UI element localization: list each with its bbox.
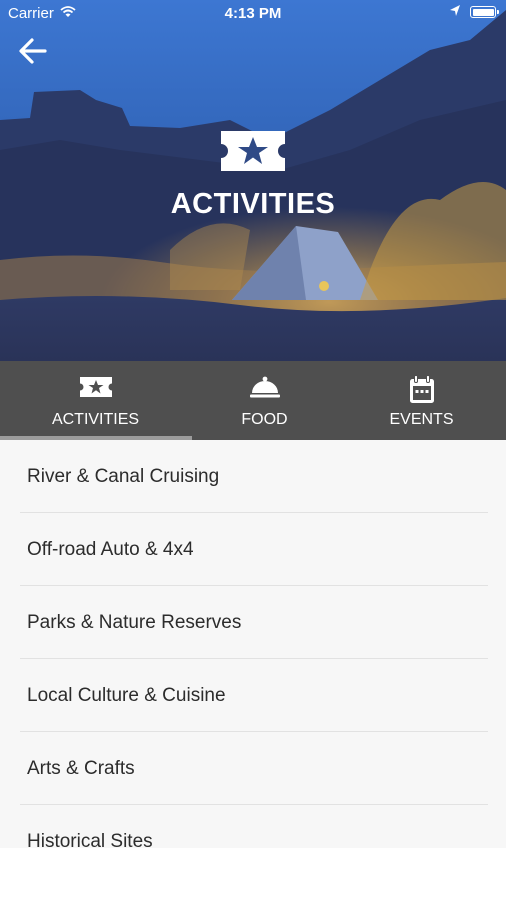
ticket-star-icon (221, 131, 285, 176)
hero-banner: Carrier 4:13 PM ACTIVITIES (0, 0, 506, 361)
camping-background-image (0, 0, 506, 361)
tab-activities[interactable]: ACTIVITIES (11, 361, 180, 440)
list-item-label: Parks & Nature Reserves (27, 612, 242, 633)
status-bar: Carrier 4:13 PM (0, 0, 506, 26)
list-item-label: Local Culture & Cuisine (27, 685, 226, 706)
category-tab-bar: ACTIVITIES FOOD EVENTS (0, 361, 506, 440)
battery-icon (470, 6, 499, 18)
status-time: 4:13 PM (224, 5, 282, 22)
tab-label: EVENTS (389, 411, 454, 428)
activity-list: River & Canal Cruising Off-road Auto & 4… (0, 440, 506, 848)
list-item[interactable]: River & Canal Cruising (0, 440, 506, 513)
tab-label: FOOD (241, 411, 288, 428)
calendar-icon (337, 375, 506, 410)
list-item[interactable]: Parks & Nature Reserves (0, 586, 506, 659)
list-item-label: River & Canal Cruising (27, 466, 220, 487)
list-item-label: Historical Sites (27, 831, 153, 848)
list-item[interactable]: Local Culture & Cuisine (0, 659, 506, 732)
page-title: ACTIVITIES (170, 188, 336, 220)
list-item-label: Off-road Auto & 4x4 (27, 539, 194, 560)
cloche-icon (180, 375, 349, 404)
ticket-star-icon (11, 375, 180, 404)
list-item[interactable]: Off-road Auto & 4x4 (0, 513, 506, 586)
back-button[interactable] (18, 36, 54, 70)
tab-food[interactable]: FOOD (180, 361, 349, 440)
app-screen: Carrier 4:13 PM ACTIVITIES ACTIVITIES FO… (0, 0, 506, 848)
location-arrow-icon (449, 4, 461, 22)
list-item-label: Arts & Crafts (27, 758, 135, 779)
arrow-left-icon (19, 38, 47, 64)
list-item[interactable]: Historical Sites (0, 805, 506, 848)
tab-events[interactable]: EVENTS (337, 361, 506, 440)
tab-label: ACTIVITIES (51, 411, 140, 428)
list-item[interactable]: Arts & Crafts (0, 732, 506, 805)
